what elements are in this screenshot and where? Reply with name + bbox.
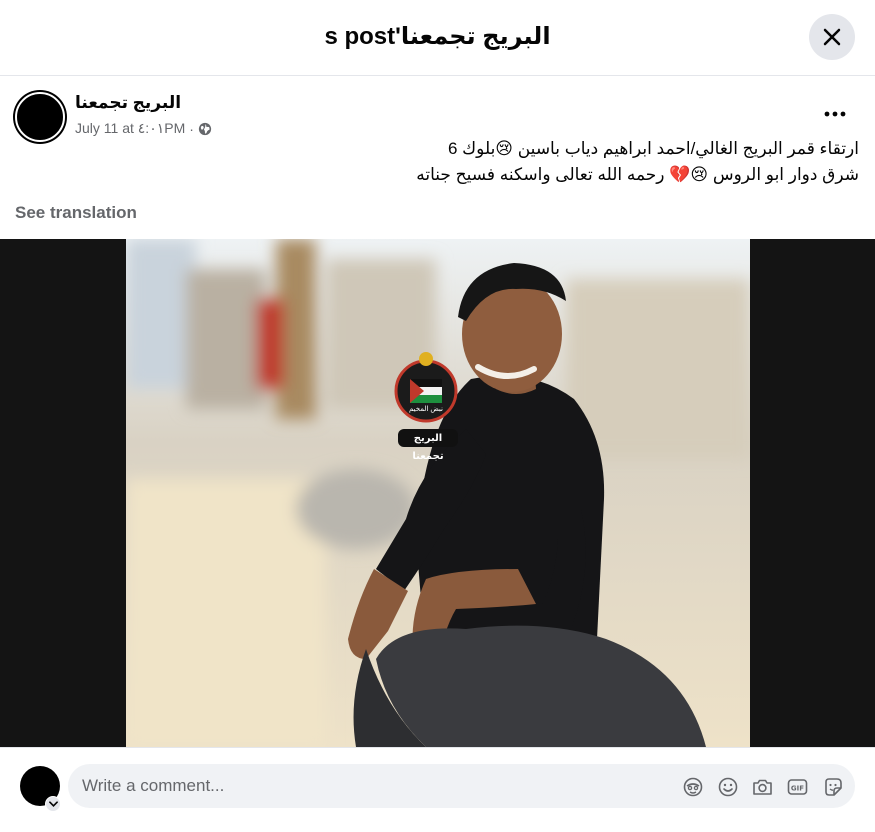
- watermark-text: البريج تجمعنا: [412, 433, 444, 462]
- chevron-down-icon: [48, 801, 58, 807]
- close-icon: [823, 28, 841, 46]
- post-photo[interactable]: البريج تجمعنا نبض المخيم: [126, 239, 750, 747]
- gif-icon: GIF: [787, 778, 808, 795]
- see-translation-link[interactable]: See translation: [15, 203, 137, 223]
- comment-tools: GIF: [680, 774, 845, 799]
- avatar-menu-button[interactable]: [45, 796, 61, 812]
- gif-button[interactable]: GIF: [785, 774, 810, 799]
- comment-input[interactable]: [82, 764, 662, 808]
- post-text-line: شرق دوار ابو الروس 😢💔 رحمه الله تعالى وا…: [416, 165, 859, 184]
- globe-icon[interactable]: [198, 122, 212, 136]
- comment-bar: GIF: [0, 747, 875, 832]
- post-text-line: ارتقاء قمر البريج الغالي/احمد ابراهيم دي…: [447, 139, 859, 158]
- sticker-icon: [824, 777, 842, 796]
- author-name[interactable]: البريج تجمعنا: [75, 93, 181, 113]
- watermark-subtext: نبض المخيم: [409, 406, 443, 413]
- camera-icon: [753, 779, 772, 795]
- camera-button[interactable]: [750, 774, 775, 799]
- post-text: ارتقاء قمر البريج الغالي/احمد ابراهيم دي…: [19, 136, 859, 188]
- page-title: البريج تجمعنا's post: [324, 23, 551, 50]
- emoji-button[interactable]: [715, 774, 740, 799]
- photo-illustration: [126, 239, 750, 747]
- media-container: البريج تجمعنا نبض المخيم: [0, 239, 875, 747]
- close-button[interactable]: [809, 14, 855, 60]
- more-options-button[interactable]: [817, 100, 853, 128]
- more-horizontal-icon: [824, 111, 846, 117]
- comment-box: GIF: [68, 764, 855, 808]
- post-meta: July 11 at ٤:٠١PM ·: [75, 120, 212, 137]
- post-timestamp[interactable]: July 11 at ٤:٠١PM: [75, 120, 185, 137]
- meta-separator: ·: [189, 120, 194, 137]
- svg-text:GIF: GIF: [791, 784, 804, 792]
- avatar-sticker-icon: [683, 777, 702, 796]
- sticker-button[interactable]: [820, 774, 845, 799]
- avatar-sticker-button[interactable]: [680, 774, 705, 799]
- author-avatar[interactable]: [15, 92, 65, 142]
- emoji-icon: [718, 777, 737, 796]
- dialog-header: البريج تجمعنا's post: [0, 0, 875, 76]
